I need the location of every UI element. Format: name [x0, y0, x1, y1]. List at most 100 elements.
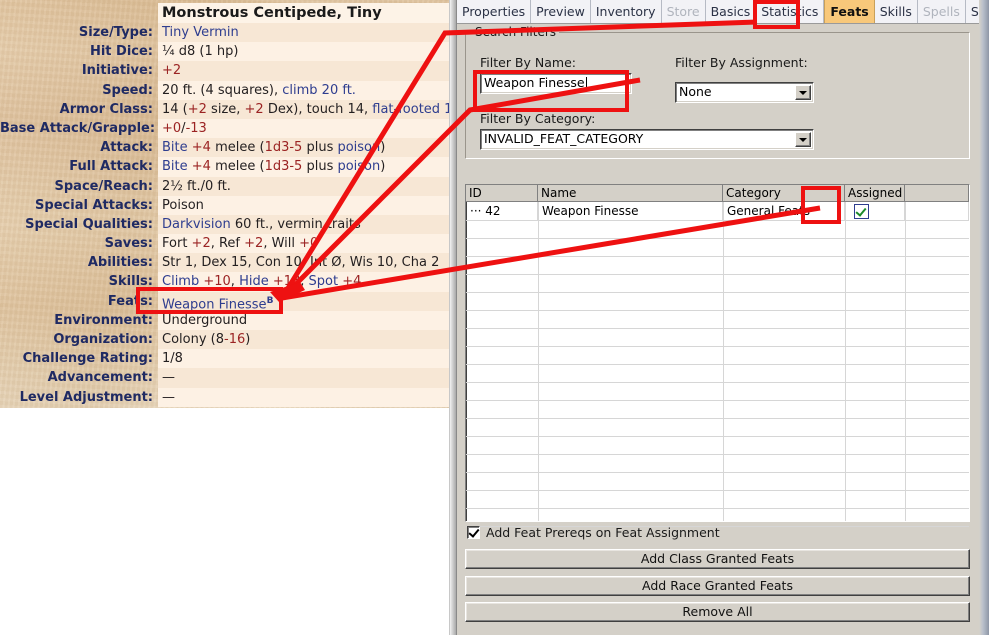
stat-row: Speed: 20 ft. (4 squares), climb 20 ft. [0, 80, 450, 100]
stat-row: Attack: Bite +4 melee (1d3-5 plus poison) [0, 138, 450, 158]
stat-row-value: ¼ d8 (1 hp) [158, 42, 450, 62]
stat-row-value: Darkvision 60 ft., vermin traits [158, 214, 450, 235]
stat-row-label: Speed: [102, 82, 153, 98]
filter-by-category-value: INVALID_FEAT_CATEGORY [484, 131, 644, 146]
stat-row-value: 20 ft. (4 squares), climb 20 ft. [158, 80, 450, 100]
stat-row-value: Fort +2, Ref +2, Will +0 [158, 234, 450, 254]
stat-row-label: Advancement: [47, 370, 153, 386]
chevron-down-icon[interactable] [795, 85, 811, 100]
stat-row-label: Attack: [100, 140, 153, 156]
stat-row-label: Armor Class: [59, 101, 153, 117]
stat-row: Challenge Rating: 1/8 [0, 349, 450, 369]
assigned-checkbox-highlight-box [801, 186, 841, 224]
chevron-down-icon[interactable] [795, 132, 811, 147]
column-header-name[interactable]: Name [538, 185, 723, 201]
cell-name: Weapon Finesse [538, 202, 723, 220]
list-grid-line-horizontal [466, 364, 969, 365]
stat-row-value: Bite +4 melee (1d3-5 plus poison) [158, 138, 450, 158]
stat-row: Armor Class: 14 (+2 size, +2 Dex), touch … [0, 99, 450, 119]
list-grid-line-horizontal [466, 292, 969, 293]
list-grid-line-horizontal [466, 274, 969, 275]
stat-row-value: Poison [158, 195, 450, 215]
stat-row: Special Qualities: Darkvision 60 ft., ver… [0, 214, 450, 235]
column-header-blank[interactable] [905, 185, 969, 201]
stat-row-value: Tiny Vermin [158, 23, 450, 43]
filter-by-name-label: Filter By Name: [480, 55, 576, 70]
filter-by-category-label: Filter By Category: [480, 111, 596, 126]
feats-list-view[interactable]: ID Name Category Assigned ··· 42 Weapon Fine… [465, 184, 970, 527]
list-grid-line-vertical [845, 202, 846, 521]
tab-inventory[interactable]: Inventory [591, 0, 662, 23]
stat-row-value: Str 1, Dex 15, Con 10, Int Ø, Wis 10, Ch… [158, 253, 450, 273]
add-feat-prereqs-checkbox[interactable]: Add Feat Prereqs on Feat Assignment [467, 526, 720, 540]
add-class-granted-feats-button[interactable]: Add Class Granted Feats [465, 549, 970, 569]
check-icon[interactable] [854, 204, 869, 219]
list-grid-line-horizontal [466, 256, 969, 257]
left-pane-divider [449, 0, 456, 635]
list-grid-line-vertical [538, 202, 539, 521]
stat-row: Special Attacks: Poison [0, 195, 450, 215]
stat-row: Organization: Colony (8-16) [0, 330, 450, 350]
stat-row-label: Space/Reach: [54, 178, 153, 194]
tab-basics[interactable]: Basics [706, 0, 757, 23]
add-feat-prereqs-label: Add Feat Prereqs on Feat Assignment [486, 525, 720, 540]
list-grid-line-horizontal [466, 490, 969, 491]
feats-list-header[interactable]: ID Name Category Assigned [466, 185, 969, 202]
feats-tab-highlight-box [753, 0, 800, 29]
tab-skills[interactable]: Skills [875, 0, 918, 23]
screenshot-root: Monstrous Centipede, Tiny Size/Type: Tiny… [0, 0, 989, 635]
statblock-feats-row-highlight-box [136, 287, 283, 314]
stat-row-label: Environment: [54, 312, 153, 328]
stat-row-value: — [158, 368, 450, 388]
stat-row-label: Special Qualities: [25, 216, 153, 232]
stat-row-label: Skills: [108, 274, 153, 290]
stat-row: Initiative: +2 [0, 61, 450, 81]
tab-strip[interactable]: Properties Preview Inventory Store Basics Sta… [457, 0, 980, 24]
assigned-checkbox-cell[interactable] [845, 202, 905, 220]
tab-properties[interactable]: Properties [457, 0, 532, 23]
stat-row-label: Full Attack: [69, 159, 153, 175]
stat-row-label: Organization: [53, 332, 153, 347]
tab-feats[interactable]: Feats [824, 0, 875, 23]
stat-row-label: Size/Type: [78, 25, 153, 40]
list-grid-line-horizontal [466, 508, 969, 509]
stat-row: Space/Reach: 2½ ft./0 ft. [0, 176, 450, 196]
filter-by-assignment-label: Filter By Assignment: [675, 55, 808, 70]
list-grid-line-horizontal [466, 328, 969, 329]
column-header-assigned[interactable]: Assigned [845, 185, 905, 201]
stat-row: Level Adjustment: — [0, 387, 450, 407]
list-grid-line-horizontal [466, 418, 969, 419]
filter-by-assignment-select[interactable]: None [675, 82, 814, 103]
tab-special-abilit[interactable]: Special Abilit [966, 0, 980, 23]
tab-spells: Spells [918, 0, 966, 23]
stat-row-label: Initiative: [81, 63, 153, 79]
stat-row-label: Level Adjustment: [19, 389, 153, 405]
column-header-id[interactable]: ID [466, 185, 538, 201]
window-right-edge [979, 0, 989, 635]
stat-row: Abilities: Str 1, Dex 15, Con 10, Int Ø, … [0, 253, 450, 273]
checkbox-icon[interactable] [467, 526, 480, 539]
remove-all-button[interactable]: Remove All [465, 602, 970, 622]
stat-row-label: Base Attack/Grapple: [0, 120, 156, 136]
stat-row: Advancement: — [0, 368, 450, 388]
stat-row: Size/Type: Tiny Vermin [0, 23, 450, 43]
list-grid-line-vertical [905, 202, 906, 521]
stat-row-label: Saves: [104, 236, 153, 252]
add-race-granted-feats-button[interactable]: Add Race Granted Feats [465, 576, 970, 596]
filter-by-name-highlight-box [473, 70, 629, 112]
stat-row-value: 2½ ft./0 ft. [158, 176, 450, 196]
stat-row-value: 14 (+2 size, +2 Dex), touch 14, flat-foo… [158, 99, 450, 119]
monster-stat-block: Monstrous Centipede, Tiny Size/Type: Tiny… [0, 0, 450, 408]
tab-preview[interactable]: Preview [531, 0, 591, 23]
stat-row-label: Feats: [107, 293, 153, 309]
stat-row: Saves: Fort +2, Ref +2, Will +0 [0, 234, 450, 254]
cell-id: ··· 42 [466, 202, 538, 220]
list-grid-line-vertical [723, 202, 724, 521]
stat-row: Base Attack/Grapple: +0/-13 [0, 118, 450, 139]
list-grid-line-horizontal [466, 382, 969, 383]
stat-row-value: Colony (8-16) [158, 330, 450, 350]
table-row[interactable]: ··· 42 Weapon Finesse General Feats [466, 202, 969, 220]
filter-by-category-select[interactable]: INVALID_FEAT_CATEGORY [480, 129, 814, 150]
stat-row-label: Challenge Rating: [22, 351, 153, 367]
stat-row: Hit Dice: ¼ d8 (1 hp) [0, 42, 450, 62]
